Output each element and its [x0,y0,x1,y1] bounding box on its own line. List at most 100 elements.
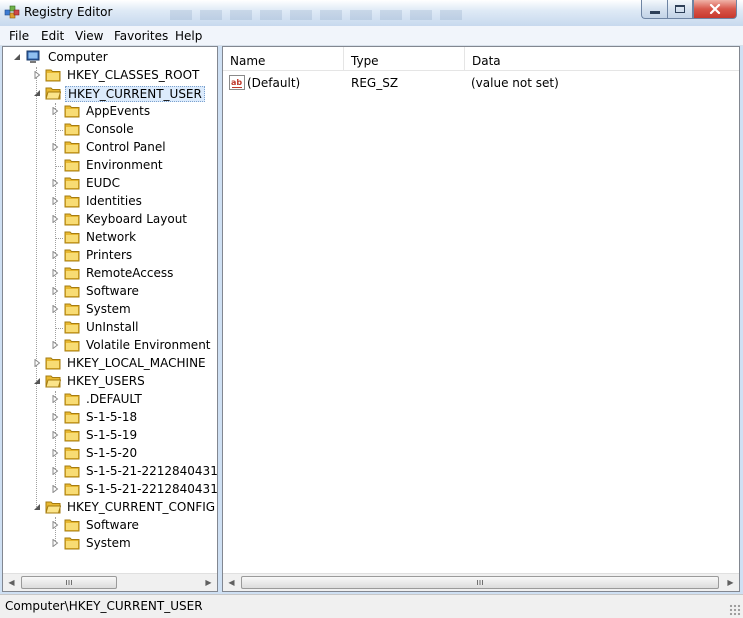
caption-buttons [641,0,737,19]
tree-item[interactable]: Identities [3,193,217,211]
tree-label: S-1-5-18 [86,410,138,424]
menu-view[interactable]: View [75,29,103,43]
tree-item-computer[interactable]: Computer [3,49,217,67]
tree-label: .DEFAULT [86,392,142,406]
collapsed-arrow-icon [52,179,59,187]
menu-edit[interactable]: Edit [41,29,64,43]
tree-item[interactable]: Environment [3,157,217,175]
tree-item[interactable]: Software [3,283,217,301]
close-button[interactable] [693,0,737,19]
tree-label: Volatile Environment [86,338,211,352]
value-name: (Default) [247,76,301,90]
tree-item[interactable]: Console [3,121,217,139]
folder-icon [64,483,80,496]
menu-file[interactable]: File [9,29,29,43]
tree-label: EUDC [86,176,120,190]
tree-item[interactable]: AppEvents [3,103,217,121]
registry-editor-app-icon [4,5,20,19]
tree-label: Printers [86,248,133,262]
value-row[interactable]: ab (Default) REG_SZ (value not set) [223,75,739,93]
collapsed-arrow-icon [52,467,59,475]
scroll-right-button[interactable]: ▶ [722,574,739,591]
tree-item[interactable]: EUDC [3,175,217,193]
tree-item[interactable]: Network [3,229,217,247]
folder-icon [64,447,80,460]
computer-icon [26,50,40,63]
resize-grip-icon[interactable] [729,604,741,616]
tree-item[interactable]: RemoteAccess [3,265,217,283]
folder-icon [64,393,80,406]
tree-item[interactable]: Control Panel [3,139,217,157]
tree-guide-line [56,238,63,239]
scrollbar-thumb[interactable] [21,576,117,589]
folder-icon [64,105,80,118]
tree-horizontal-scrollbar[interactable]: ◀ ▶ [3,573,217,591]
tree-label: HKEY_CURRENT_USER [65,86,205,102]
grip-icon [66,580,72,585]
tree-item[interactable]: HKEY_LOCAL_MACHINE [3,355,217,373]
tree-item[interactable]: S-1-5-21-2212840431-175 [3,463,217,481]
svg-text:ab: ab [231,78,242,87]
registry-editor-window: Registry Editor File Edit View Favorites… [0,0,743,618]
key-tree-pane[interactable]: Computer HKEY_CLASSES_ROOT HKEY_CURRENT_… [2,46,218,592]
collapsed-arrow-icon [52,269,59,277]
collapsed-arrow-icon [52,287,59,295]
tree-item[interactable]: .DEFAULT [3,391,217,409]
folder-icon [64,141,80,154]
tree-item[interactable]: UnInstall [3,319,217,337]
tree-item[interactable]: S-1-5-19 [3,427,217,445]
column-header-data[interactable]: Data [465,47,739,71]
open-folder-icon [45,375,61,388]
tree-item[interactable]: HKEY_CURRENT_CONFIG [3,499,217,517]
tree-label: Console [86,122,134,136]
tree-label: System [86,302,131,316]
scroll-left-button[interactable]: ◀ [223,574,240,591]
collapsed-arrow-icon [52,395,59,403]
folder-icon [64,519,80,532]
collapsed-arrow-icon [52,449,59,457]
scrollbar-thumb[interactable] [241,576,719,589]
tree-item[interactable]: S-1-5-18 [3,409,217,427]
tree-label: RemoteAccess [86,266,174,280]
folder-icon [64,267,80,280]
minimize-button[interactable] [641,0,667,19]
tree-item[interactable]: Printers [3,247,217,265]
tree-item[interactable]: System [3,301,217,319]
status-bar: Computer\HKEY_CURRENT_USER [0,594,743,618]
tree-item[interactable]: S-1-5-21-2212840431-175 [3,481,217,499]
maximize-button[interactable] [667,0,693,19]
tree-label: Keyboard Layout [86,212,188,226]
expanded-arrow-icon [34,90,40,96]
folder-icon [64,411,80,424]
scroll-right-button[interactable]: ▶ [200,574,217,591]
tree-item[interactable]: S-1-5-20 [3,445,217,463]
collapsed-arrow-icon [52,413,59,421]
menu-help[interactable]: Help [175,29,202,43]
collapsed-arrow-icon [52,539,59,547]
menu-favorites[interactable]: Favorites [114,29,168,43]
column-header-name[interactable]: Name [223,47,343,71]
list-horizontal-scrollbar[interactable]: ◀ ▶ [223,573,739,591]
tree-guide-line [56,328,63,329]
reg-sz-icon: ab [229,75,245,90]
column-header-type[interactable]: Type [344,47,464,71]
folder-icon [64,537,80,550]
tree-item[interactable]: Keyboard Layout [3,211,217,229]
tree-item[interactable]: System [3,535,217,553]
tree-label: Software [86,284,139,298]
tree-item-selected[interactable]: HKEY_CURRENT_USER [3,85,217,103]
tree-item[interactable]: Software [3,517,217,535]
tree-item[interactable]: HKEY_USERS [3,373,217,391]
tree-label: AppEvents [86,104,151,118]
tree-label: Software [86,518,139,532]
folder-icon [64,339,80,352]
collapsed-arrow-icon [52,215,59,223]
tree-item[interactable]: HKEY_CLASSES_ROOT [3,67,217,85]
scroll-left-button[interactable]: ◀ [3,574,20,591]
tree-item[interactable]: Volatile Environment [3,337,217,355]
close-icon [709,4,721,14]
tree-label: S-1-5-20 [86,446,138,460]
collapsed-arrow-icon [52,341,59,349]
title-bar[interactable]: Registry Editor [0,0,743,26]
values-list-pane[interactable]: Name Type Data ab (Default) REG_SZ (valu… [222,46,740,592]
